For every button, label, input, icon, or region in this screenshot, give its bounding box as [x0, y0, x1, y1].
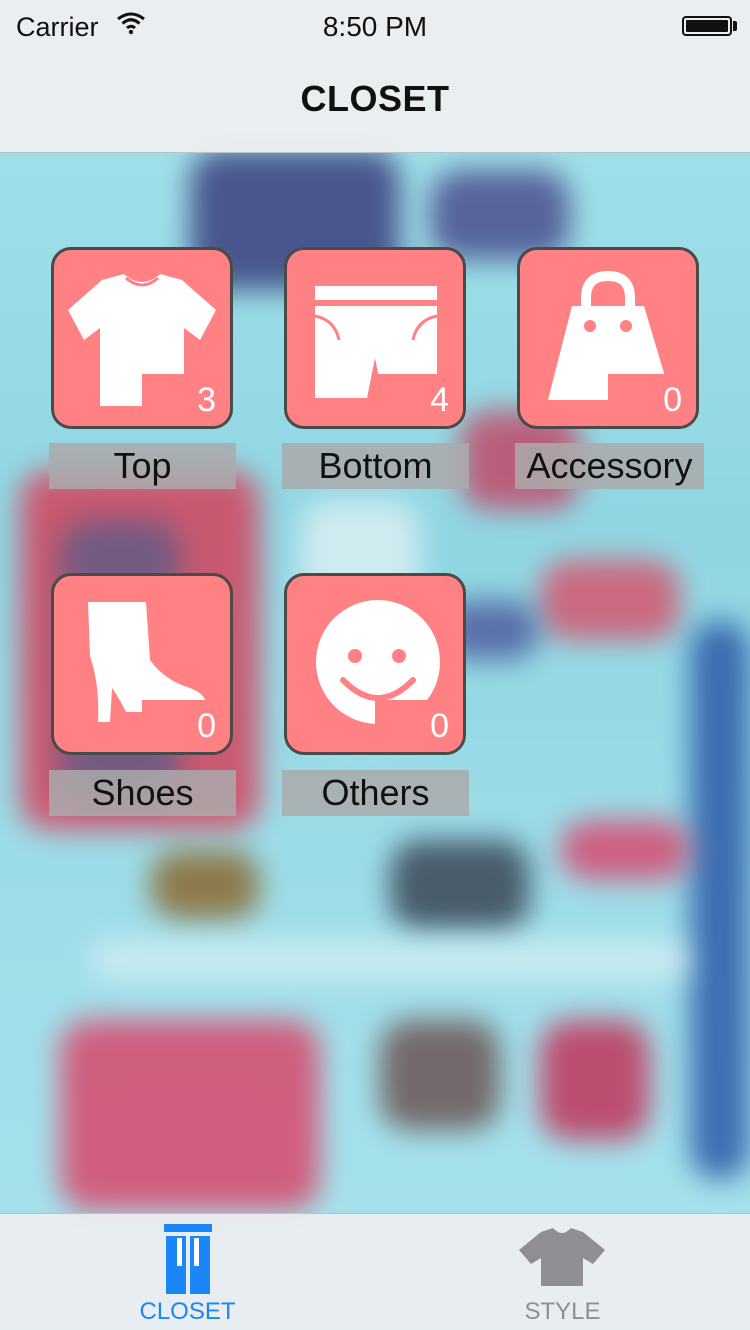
status-bar: Carrier 8:50 PM [0, 0, 750, 52]
item-count-badge: 3 [142, 374, 230, 426]
status-time: 8:50 PM [322, 11, 428, 42]
category-label-others: Others [282, 770, 469, 816]
closet-icon [164, 1224, 212, 1294]
battery-tip [733, 21, 737, 31]
category-label-top: Top [49, 443, 236, 489]
item-count: 3 [197, 381, 216, 419]
category-accessory-button[interactable]: 0 [517, 247, 699, 429]
tab-closet-label: CLOSET [139, 1298, 236, 1325]
navigation-bar: CLOSET [0, 52, 750, 153]
item-count: 0 [430, 707, 449, 745]
category-label-accessory: Accessory [515, 443, 704, 489]
item-count: 0 [197, 707, 216, 745]
category-top-button[interactable]: 3 [51, 247, 233, 429]
battery-icon [682, 16, 732, 36]
item-count: 0 [663, 381, 682, 419]
item-count-badge: 4 [375, 374, 463, 426]
category-shoes-button[interactable]: 0 [51, 573, 233, 755]
category-bottom-button[interactable]: 4 [284, 247, 466, 429]
item-count-badge: 0 [142, 700, 230, 752]
category-label-bottom: Bottom [282, 443, 469, 489]
tab-closet[interactable]: CLOSET [0, 1214, 375, 1330]
item-count: 4 [430, 381, 449, 419]
category-others-button[interactable]: 0 [284, 573, 466, 755]
page-title: CLOSET [300, 78, 450, 119]
item-count-badge: 0 [375, 700, 463, 752]
tab-style-label: STYLE [524, 1298, 601, 1325]
tab-bar: CLOSET STYLE [0, 1213, 750, 1330]
shirt-icon [519, 1228, 605, 1286]
item-count-badge: 0 [608, 374, 696, 426]
tab-style[interactable]: STYLE [375, 1214, 750, 1330]
category-label-shoes: Shoes [49, 770, 236, 816]
